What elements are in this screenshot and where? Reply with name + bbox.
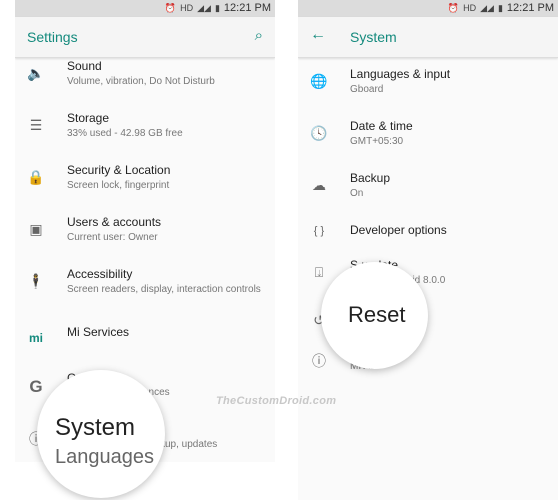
page-title: System	[350, 29, 397, 45]
battery-icon: ▮	[214, 3, 220, 13]
clock: 12:21 PM	[506, 2, 554, 14]
globe-icon: 🌐	[310, 73, 328, 89]
settings-item-storage[interactable]: ☰ Storage 33% used - 42.98 GB free	[15, 111, 275, 157]
page-title: Settings	[27, 29, 78, 45]
hd-icon: HD	[463, 3, 477, 13]
settings-item-security[interactable]: 🔒 Security & Location Screen lock, fingerp…	[15, 163, 275, 209]
signal-icon: ◢◢	[480, 3, 494, 13]
system-item-languages[interactable]: 🌐 Languages & input Gboard	[298, 67, 558, 113]
info-icon: ⓘ	[312, 353, 326, 369]
cloud-upload-icon: ☁	[312, 177, 326, 193]
status-bar: ⏰ HD ◢◢ ▮ 12:21 PM	[298, 0, 558, 17]
google-icon: G	[29, 377, 43, 396]
status-bar: ⏰ HD ◢◢ ▮ 12:21 PM	[15, 0, 275, 17]
settings-item-sound[interactable]: 🔈 Sound Volume, vibration, Do Not Disturb	[15, 59, 275, 105]
mi-icon: mi	[28, 331, 43, 345]
back-arrow-icon[interactable]: ←	[310, 26, 326, 44]
accessibility-icon: 🕴	[27, 273, 45, 289]
app-bar: ← System	[298, 17, 558, 58]
braces-icon: { }	[313, 225, 325, 237]
app-bar: Settings ⌕	[15, 17, 275, 58]
battery-icon: ▮	[497, 3, 503, 13]
clock: 12:21 PM	[223, 2, 271, 14]
settings-item-users[interactable]: ▣ Users & accounts Current user: Owner	[15, 215, 275, 261]
signal-icon: ◢◢	[197, 3, 211, 13]
settings-item-accessibility[interactable]: 🕴 Accessibility Screen readers, display, i…	[15, 267, 275, 313]
lock-icon: 🔒	[27, 169, 45, 185]
magnifier-reset[interactable]: Reset	[321, 262, 428, 369]
storage-icon: ☰	[29, 117, 43, 133]
alarm-icon: ⏰	[447, 3, 460, 13]
volume-icon: 🔈	[27, 65, 45, 81]
system-screen: ⏰ HD ◢◢ ▮ 12:21 PM ← System 🌐 Languages & inp…	[298, 0, 558, 500]
settings-item-mi-services[interactable]: mi Mi Services	[15, 325, 275, 371]
account-icon: ▣	[29, 221, 43, 237]
system-item-date-time[interactable]: 🕓 Date & time GMT+05:30	[298, 119, 558, 165]
magnifier-system[interactable]: System Languages	[37, 370, 165, 498]
alarm-icon: ⏰	[164, 3, 177, 13]
system-item-backup[interactable]: ☁ Backup On	[298, 171, 558, 217]
system-update-icon: ⍗	[314, 264, 324, 280]
hd-icon: HD	[180, 3, 194, 13]
search-icon[interactable]: ⌕	[255, 27, 263, 44]
clock-icon: 🕓	[310, 125, 328, 141]
watermark: TheCustomDroid.com	[216, 395, 337, 407]
